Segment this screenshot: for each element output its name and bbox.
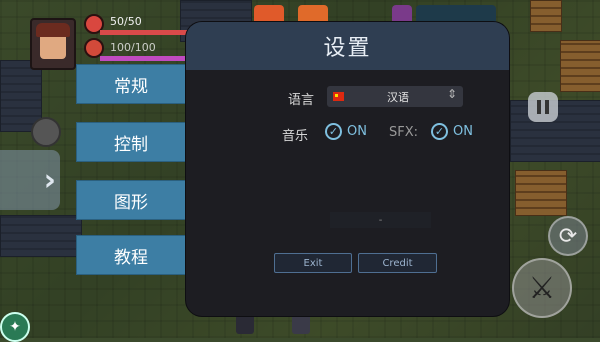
ally-character	[236, 314, 254, 334]
tab-tutorial[interactable]: 教程	[76, 235, 186, 275]
player-portrait	[30, 18, 76, 70]
language-value: 汉语	[387, 91, 409, 104]
hp-bar	[100, 30, 192, 35]
pause-button[interactable]	[528, 92, 558, 122]
dialog-title: 设置	[323, 36, 372, 61]
music-toggle[interactable]: ✓ ON	[325, 123, 367, 140]
enemy-character	[292, 314, 310, 334]
sfx-toggle[interactable]: ✓ ON	[431, 123, 473, 140]
tab-graphics[interactable]: 图形	[76, 180, 186, 220]
dialog-header: 设置	[186, 22, 509, 70]
credit-button[interactable]: Credit	[358, 253, 437, 273]
exit-button[interactable]: Exit	[274, 253, 352, 273]
check-circle-icon: ✓	[431, 123, 448, 140]
energy-bar	[100, 56, 192, 61]
china-flag-icon	[333, 92, 344, 101]
sfx-value: ON	[453, 124, 473, 139]
chevron-updown-icon: ⇕	[446, 87, 457, 101]
chevron-right-icon[interactable]: ›	[0, 150, 60, 210]
empty-field: -	[330, 212, 431, 228]
tab-general[interactable]: 常规	[76, 64, 186, 104]
attack-button[interactable]: ⚔	[512, 258, 572, 318]
check-circle-icon: ✓	[325, 123, 342, 140]
item-icon[interactable]	[31, 117, 61, 147]
energy-icon	[84, 38, 104, 58]
energy-counter: 100/100	[110, 41, 156, 54]
settings-dialog: 设置 语言 汉语 ⇕ 音乐 ✓ ON SFX: ✓ ON - Exit Cred…	[186, 22, 509, 316]
music-value: ON	[347, 124, 367, 139]
hp-counter: 50/50	[110, 15, 142, 28]
language-label: 语言	[288, 93, 315, 108]
music-label: 音乐	[282, 129, 309, 144]
swap-weapon-button[interactable]: ⟳	[548, 216, 588, 256]
sfx-label: SFX:	[389, 125, 419, 140]
tab-controls[interactable]: 控制	[76, 122, 186, 162]
language-select[interactable]: 汉语 ⇕	[327, 86, 463, 107]
